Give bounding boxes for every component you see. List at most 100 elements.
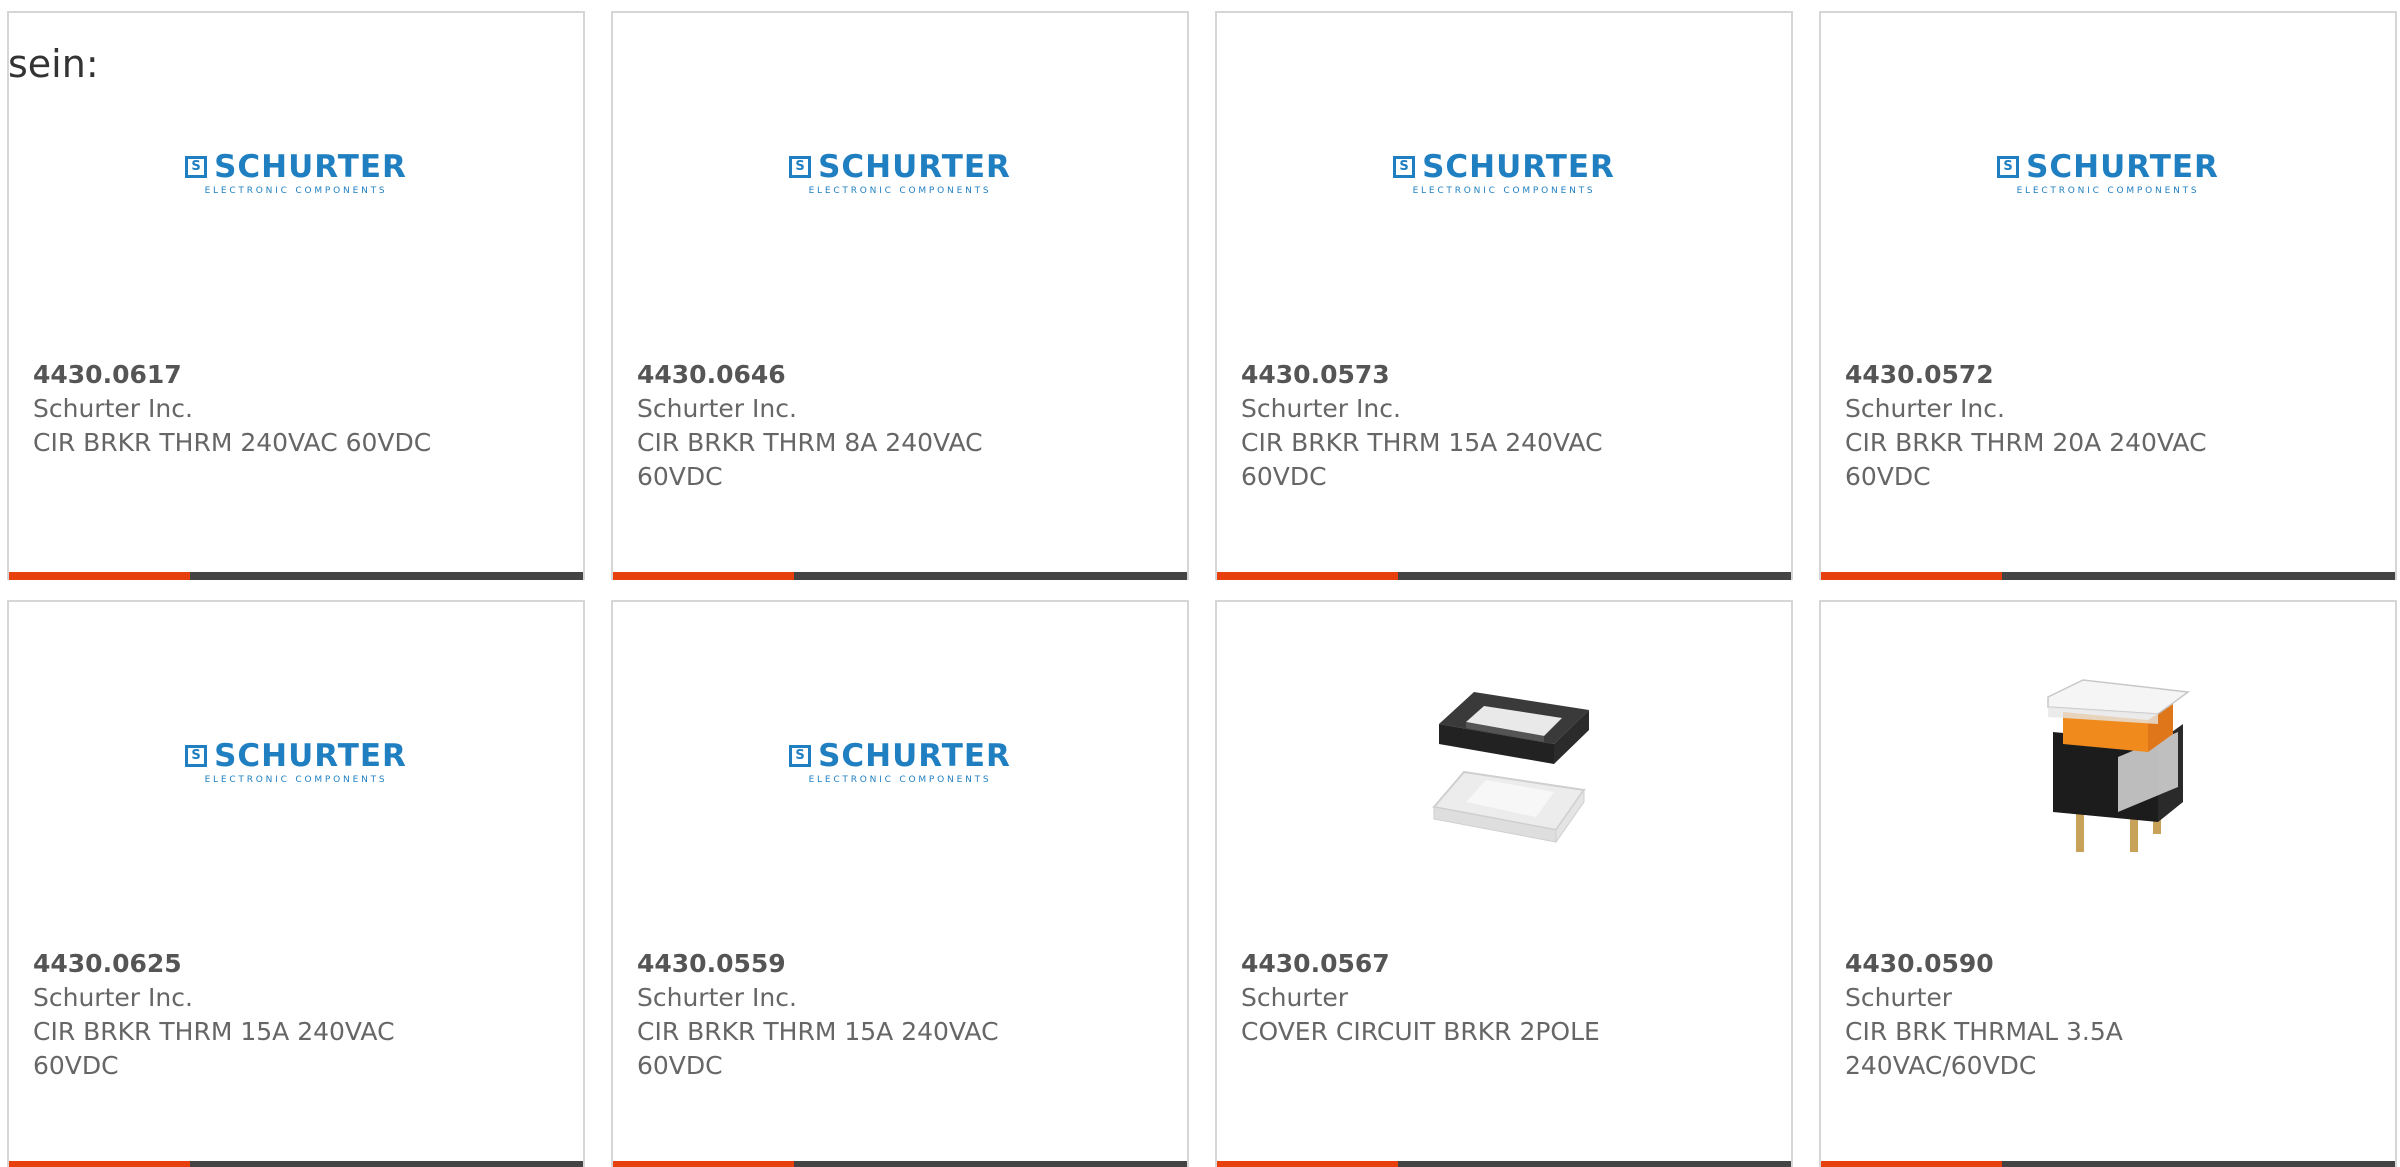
schurter-logo-mark: S [185, 744, 208, 767]
product-image[interactable] [1821, 662, 2395, 862]
product-info: 4430.0646 Schurter Inc. CIR BRKR THRM 8A… [637, 358, 1163, 494]
product-description: CIR BRKR THRM 20A 240VAC 60VDC [1845, 428, 2207, 491]
schurter-logo-tagline: ELECTRONIC COMPONENTS [1412, 185, 1596, 196]
product-info: 4430.0625 Schurter Inc. CIR BRKR THRM 15… [33, 947, 559, 1083]
schurter-logo-tagline: ELECTRONIC COMPONENTS [2016, 185, 2200, 196]
product-image[interactable]: S SCHURTER ELECTRONIC COMPONENTS [9, 662, 583, 862]
schurter-logo: S SCHURTER ELECTRONIC COMPONENTS [185, 151, 406, 196]
schurter-logo-mark: S [789, 744, 812, 767]
schurter-logo-name: SCHURTER [818, 148, 1011, 185]
product-card[interactable]: S SCHURTER ELECTRONIC COMPONENTS 4430.05… [1215, 11, 1793, 580]
intro-text: sein: [8, 42, 99, 86]
product-image[interactable]: S SCHURTER ELECTRONIC COMPONENTS [613, 73, 1187, 273]
card-accent-bar [9, 1161, 583, 1167]
schurter-logo: S SCHURTER ELECTRONIC COMPONENTS [789, 740, 1010, 785]
part-number-link[interactable]: 4430.0572 [1845, 358, 2371, 392]
switch-body-shape [2047, 679, 2190, 852]
bar-dark-segment [794, 572, 1187, 580]
manufacturer-name: Schurter Inc. [637, 394, 797, 423]
product-card[interactable]: 4430.0567 Schurter COVER CIRCUIT BRKR 2P… [1215, 600, 1793, 1167]
product-info: 4430.0559 Schurter Inc. CIR BRKR THRM 15… [637, 947, 1163, 1083]
product-image[interactable]: S SCHURTER ELECTRONIC COMPONENTS [613, 662, 1187, 862]
product-card[interactable]: S SCHURTER ELECTRONIC COMPONENTS 4430.05… [611, 600, 1189, 1167]
schurter-logo-mark: S [185, 155, 208, 178]
product-info: 4430.0573 Schurter Inc. CIR BRKR THRM 15… [1241, 358, 1767, 494]
product-description: CIR BRKR THRM 8A 240VAC 60VDC [637, 428, 983, 491]
bar-accent-segment [613, 1161, 794, 1167]
product-description: CIR BRK THRMAL 3.5A 240VAC/60VDC [1845, 1017, 2123, 1080]
product-card[interactable]: S SCHURTER ELECTRONIC COMPONENTS 4430.05… [1819, 11, 2397, 580]
product-description: CIR BRKR THRM 15A 240VAC 60VDC [1241, 428, 1603, 491]
schurter-logo-name: SCHURTER [214, 148, 407, 185]
part-number-link[interactable]: 4430.0590 [1845, 947, 2371, 981]
schurter-logo-mark: S [789, 155, 812, 178]
product-image[interactable] [1217, 662, 1791, 862]
product-info: 4430.0572 Schurter Inc. CIR BRKR THRM 20… [1845, 358, 2371, 494]
part-number-link[interactable]: 4430.0646 [637, 358, 1163, 392]
schurter-logo-mark: S [1393, 155, 1416, 178]
product-grid-page: sein: S SCHURTER ELECTRONIC COMPONENTS 4… [0, 0, 2400, 1167]
product-info: 4430.0617 Schurter Inc. CIR BRKR THRM 24… [33, 358, 559, 460]
manufacturer-name: Schurter Inc. [33, 983, 193, 1012]
breaker-cover-photo [1432, 692, 1589, 844]
product-info: 4430.0567 Schurter COVER CIRCUIT BRKR 2P… [1241, 947, 1767, 1049]
product-card[interactable]: S SCHURTER ELECTRONIC COMPONENTS 4430.06… [7, 600, 585, 1167]
bar-accent-segment [1217, 572, 1398, 580]
product-description: CIR BRKR THRM 240VAC 60VDC [33, 428, 432, 457]
schurter-logo-name: SCHURTER [2026, 148, 2219, 185]
card-accent-bar [613, 572, 1187, 580]
card-accent-bar [1217, 572, 1791, 580]
manufacturer-name: Schurter Inc. [637, 983, 797, 1012]
breaker-switch-photo [2047, 679, 2190, 852]
product-card[interactable]: S SCHURTER ELECTRONIC COMPONENTS 4430.06… [611, 11, 1189, 580]
schurter-logo: S SCHURTER ELECTRONIC COMPONENTS [1997, 151, 2218, 196]
manufacturer-name: Schurter [1241, 983, 1349, 1012]
schurter-logo-tagline: ELECTRONIC COMPONENTS [204, 185, 388, 196]
product-image[interactable]: S SCHURTER ELECTRONIC COMPONENTS [1821, 73, 2395, 273]
card-accent-bar [1821, 1161, 2395, 1167]
manufacturer-name: Schurter [1845, 983, 1953, 1012]
part-number-link[interactable]: 4430.0573 [1241, 358, 1767, 392]
schurter-logo-tagline: ELECTRONIC COMPONENTS [808, 185, 992, 196]
part-number-link[interactable]: 4430.0559 [637, 947, 1163, 981]
bar-dark-segment [2002, 572, 2395, 580]
part-number-link[interactable]: 4430.0567 [1241, 947, 1767, 981]
bar-dark-segment [190, 1161, 583, 1167]
schurter-logo-tagline: ELECTRONIC COMPONENTS [808, 774, 992, 785]
part-number-link[interactable]: 4430.0625 [33, 947, 559, 981]
bar-accent-segment [9, 1161, 190, 1167]
schurter-logo-tagline: ELECTRONIC COMPONENTS [204, 774, 388, 785]
bar-accent-segment [1821, 1161, 2002, 1167]
bar-dark-segment [1398, 572, 1791, 580]
bar-accent-segment [613, 572, 794, 580]
card-accent-bar [1217, 1161, 1791, 1167]
schurter-logo-name: SCHURTER [1422, 148, 1615, 185]
bar-dark-segment [1398, 1161, 1791, 1167]
product-description: CIR BRKR THRM 15A 240VAC 60VDC [33, 1017, 395, 1080]
black-frame-shape [1439, 692, 1589, 764]
schurter-logo-name: SCHURTER [818, 737, 1011, 774]
bar-accent-segment [9, 572, 190, 580]
clear-cover-shape [1432, 770, 1586, 844]
product-card[interactable]: 4430.0590 Schurter CIR BRK THRMAL 3.5A 2… [1819, 600, 2397, 1167]
product-description: CIR BRKR THRM 15A 240VAC 60VDC [637, 1017, 999, 1080]
bar-dark-segment [2002, 1161, 2395, 1167]
schurter-logo: S SCHURTER ELECTRONIC COMPONENTS [185, 740, 406, 785]
part-number-link[interactable]: 4430.0617 [33, 358, 559, 392]
schurter-logo: S SCHURTER ELECTRONIC COMPONENTS [1393, 151, 1614, 196]
product-card[interactable]: S SCHURTER ELECTRONIC COMPONENTS 4430.06… [7, 11, 585, 580]
schurter-logo: S SCHURTER ELECTRONIC COMPONENTS [789, 151, 1010, 196]
product-image[interactable]: S SCHURTER ELECTRONIC COMPONENTS [1217, 73, 1791, 273]
product-info: 4430.0590 Schurter CIR BRK THRMAL 3.5A 2… [1845, 947, 2371, 1083]
card-accent-bar [9, 572, 583, 580]
manufacturer-name: Schurter Inc. [1241, 394, 1401, 423]
bar-dark-segment [190, 572, 583, 580]
bar-dark-segment [794, 1161, 1187, 1167]
schurter-logo-name: SCHURTER [214, 737, 407, 774]
card-accent-bar [1821, 572, 2395, 580]
product-image[interactable]: S SCHURTER ELECTRONIC COMPONENTS [9, 73, 583, 273]
manufacturer-name: Schurter Inc. [33, 394, 193, 423]
card-accent-bar [613, 1161, 1187, 1167]
manufacturer-name: Schurter Inc. [1845, 394, 2005, 423]
bar-accent-segment [1821, 572, 2002, 580]
